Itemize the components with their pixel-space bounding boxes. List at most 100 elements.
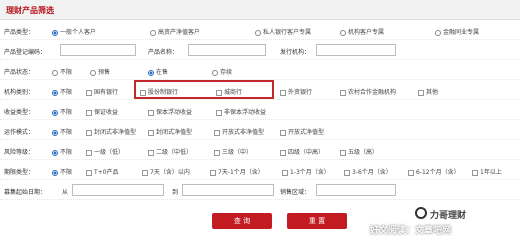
checkbox-icon	[280, 129, 286, 136]
checkbox-icon	[86, 89, 92, 96]
checkbox-icon	[148, 149, 154, 156]
radio-selected-icon	[52, 149, 58, 156]
checkbox-icon	[214, 129, 220, 136]
checkbox-icon	[408, 169, 414, 176]
yield-option-principal-float[interactable]: 保本浮动收益	[148, 107, 192, 116]
status-option-any[interactable]: 不限	[52, 67, 72, 76]
filter-row-status: 产品状态： 不限 预售 在售 存续	[0, 61, 520, 80]
filter-row-operation: 运作模式： 不限 封闭式非净值型 封闭式净值型 开放式非净值型 开放式净值型	[0, 121, 520, 140]
customer-option-private[interactable]: 私人银行客户专属	[255, 27, 311, 36]
radio-icon	[150, 29, 156, 36]
checkbox-icon	[148, 129, 154, 136]
date-from-input[interactable]	[72, 184, 164, 196]
risk-option-4[interactable]: 四级（中高）	[280, 147, 324, 156]
term-label: 期限类型：	[4, 169, 35, 176]
filter-row-yield: 收益类型： 不限 保证收益 保本浮动收益 非保本浮动收益	[0, 101, 520, 120]
registration-code-label: 产品登记编码：	[4, 49, 47, 56]
risk-option-3[interactable]: 三级（中）	[214, 147, 252, 156]
operation-option-any[interactable]: 不限	[52, 127, 72, 136]
customer-option-institution[interactable]: 机构客户专属	[340, 27, 384, 36]
institution-option-state[interactable]: 国有银行	[86, 87, 118, 96]
term-option-3-6m[interactable]: 3-6个月（含）	[344, 167, 392, 176]
product-name-label: 产品名称：	[148, 49, 179, 56]
radio-icon	[52, 69, 58, 76]
product-name-input[interactable]	[188, 44, 266, 56]
customer-option-general[interactable]: 一般个人客户	[52, 27, 96, 36]
radio-icon	[255, 29, 261, 36]
filter-row-risk: 风险等级： 不限 一级（低） 二级（中低） 三级（中） 四级（中高） 五级（高）	[0, 141, 520, 160]
risk-option-1[interactable]: 一级（低）	[86, 147, 124, 156]
checkbox-icon	[418, 89, 424, 96]
term-option-1y-plus[interactable]: 1年以上	[472, 167, 502, 176]
institution-option-other[interactable]: 其他	[418, 87, 438, 96]
radio-selected-icon	[52, 29, 58, 36]
registration-code-input[interactable]	[60, 44, 136, 56]
checkbox-icon	[142, 169, 148, 176]
status-option-presale[interactable]: 预售	[90, 67, 110, 76]
risk-option-5[interactable]: 五级（高）	[340, 147, 378, 156]
brand-logo-icon	[415, 207, 427, 219]
risk-option-any[interactable]: 不限	[52, 147, 72, 156]
institution-option-foreign[interactable]: 外资银行	[280, 87, 312, 96]
region-input[interactable]	[316, 184, 396, 196]
institution-option-rural[interactable]: 农村合作金融机构	[340, 87, 396, 96]
customer-type-label: 产品类型：	[4, 29, 35, 36]
status-option-onsale[interactable]: 在售	[148, 67, 168, 76]
issuer-label: 发行机构：	[280, 49, 311, 56]
issuer-input[interactable]	[316, 44, 396, 56]
operation-option-closed-nav[interactable]: 封闭式净值型	[148, 127, 192, 136]
filter-row-term: 期限类型： 不限 T+0产品 7天（含）以内 7天-1个月（含） 1-3个月（含…	[0, 161, 520, 180]
institution-label: 机构类别：	[4, 89, 35, 96]
radio-selected-icon	[52, 129, 58, 136]
checkbox-icon	[280, 149, 286, 156]
radio-selected-icon	[52, 169, 58, 176]
checkbox-icon	[280, 89, 286, 96]
radio-icon	[435, 29, 441, 36]
date-to-input[interactable]	[182, 184, 274, 196]
status-option-existing[interactable]: 存续	[212, 67, 232, 76]
term-option-t0[interactable]: T+0产品	[86, 167, 119, 176]
filter-row-customer: 产品类型： 一般个人客户 高资产净值客户 私人银行客户专属 机构客户专属 金融同…	[0, 21, 520, 40]
yield-option-any[interactable]: 不限	[52, 107, 72, 116]
risk-label: 风险等级：	[4, 149, 35, 156]
checkbox-icon	[282, 169, 288, 176]
operation-option-open-nav[interactable]: 开放式净值型	[280, 127, 324, 136]
customer-option-hnw[interactable]: 高资产净值客户	[150, 27, 200, 36]
checkbox-icon	[86, 169, 92, 176]
date-from-label: 从	[62, 189, 69, 196]
term-option-7d[interactable]: 7天（含）以内	[142, 167, 190, 176]
filter-row-date: 募集起始日期： 从 到 销售区域：	[0, 181, 520, 200]
status-label: 产品状态：	[4, 69, 35, 76]
operation-label: 运作模式：	[4, 129, 35, 136]
radio-selected-icon	[52, 89, 58, 96]
checkbox-icon	[148, 109, 154, 116]
radio-icon	[212, 69, 218, 76]
term-option-6-12m[interactable]: 6-12个月（含）	[408, 167, 460, 176]
checkbox-icon	[340, 89, 346, 96]
reset-button[interactable]: 重 置	[287, 213, 347, 229]
yield-option-non-principal[interactable]: 非保本浮动收益	[216, 107, 266, 116]
operation-option-closed-nonnav[interactable]: 封闭式非净值型	[86, 127, 136, 136]
checkbox-icon	[472, 169, 478, 176]
yield-option-guaranteed[interactable]: 保证收益	[86, 107, 118, 116]
date-to-label: 到	[172, 189, 179, 196]
customer-option-interbank[interactable]: 金融同业专属	[435, 27, 479, 36]
filter-row-registration: 产品登记编码： 产品名称： 发行机构：	[0, 41, 520, 60]
operation-option-open-nonnav[interactable]: 开放式非净值型	[214, 127, 264, 136]
risk-option-2[interactable]: 二级（中低）	[148, 147, 192, 156]
query-button[interactable]: 查 询	[212, 213, 272, 229]
page-header: 理财产品筛选	[0, 0, 520, 20]
yield-label: 收益类型：	[4, 109, 35, 116]
checkbox-icon	[214, 149, 220, 156]
checkbox-icon	[210, 169, 216, 176]
term-option-7d-1m[interactable]: 7天-1个月（含）	[210, 167, 264, 176]
date-label: 募集起始日期：	[4, 189, 47, 196]
checkbox-icon	[86, 129, 92, 136]
checkbox-icon	[86, 109, 92, 116]
checkbox-icon	[216, 109, 222, 116]
term-option-1-3m[interactable]: 1-3个月（含）	[282, 167, 330, 176]
term-option-any[interactable]: 不限	[52, 167, 72, 176]
institution-option-any[interactable]: 不限	[52, 87, 72, 96]
radio-icon	[340, 29, 346, 36]
page-title: 理财产品筛选	[6, 6, 54, 15]
